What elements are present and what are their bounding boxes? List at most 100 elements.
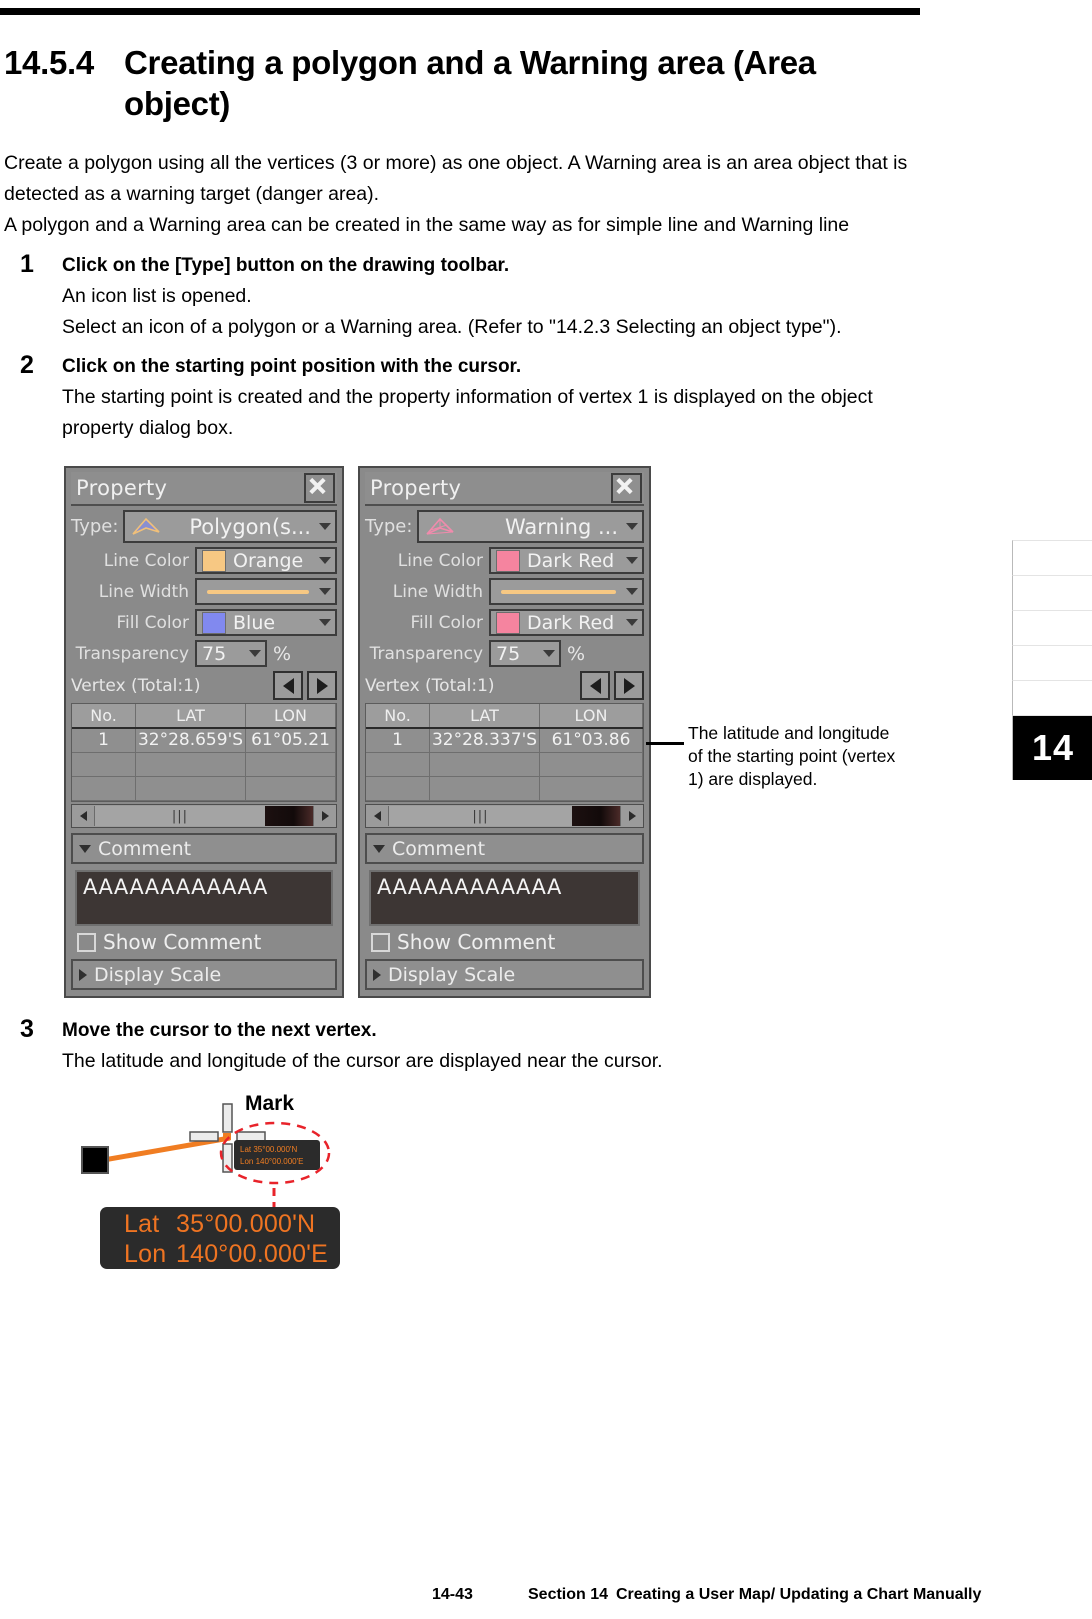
column-header-lon: LON [246,704,336,727]
close-icon[interactable] [611,473,642,503]
dialog-title: Property [370,476,462,500]
chevron-down-icon [626,523,638,530]
top-rule [0,8,920,15]
scroll-right-button[interactable] [620,806,643,826]
step-1-line-1: An icon list is opened. [62,285,252,307]
transparency-row: Transparency 75 % [365,640,644,667]
scrollbar-thumb[interactable]: ||| [389,806,572,826]
line-width-dropdown[interactable] [195,578,337,605]
line-width-sample [501,589,616,594]
vertex-label: Vertex (Total:1) [71,675,201,696]
lat-value: 35°00.000'N [176,1210,316,1238]
show-comment-checkbox[interactable] [371,932,390,952]
vertex-header: Vertex (Total:1) [71,671,337,700]
table-row[interactable] [72,777,336,801]
lat-label: Lat [124,1210,160,1238]
scrollbar-thumb[interactable]: ||| [95,806,265,826]
start-point-marker [81,1146,109,1174]
comment-section-header[interactable]: Comment [365,833,644,864]
footer-section: Section 14 [528,1586,609,1603]
comment-section-header[interactable]: Comment [71,833,337,864]
lon-value: 140°00.000'E [176,1240,329,1268]
line-color-swatch [202,549,226,572]
show-comment-checkbox[interactable] [77,932,96,952]
line-color-dropdown[interactable]: Orange [195,547,337,574]
fill-color-value: Blue [233,611,276,634]
chevron-down-icon [373,844,385,853]
line-width-dropdown[interactable] [489,578,644,605]
comment-input[interactable]: AAAAAAAAAAAA [369,870,640,926]
cursor-latlon-lat: Lat 35°00.000'N [240,1145,297,1154]
line-color-dropdown[interactable]: Dark Red [489,547,644,574]
line-width-row: Line Width [365,578,644,605]
cell-lon [246,753,336,777]
fill-color-value: Dark Red [527,611,615,634]
table-row[interactable] [72,753,336,777]
cell-lat [136,777,246,801]
table-row[interactable] [366,753,643,777]
vertex-table: No. LAT LON 1 32°28.337'S 61°03.86 [365,703,644,802]
table-row[interactable]: 1 32°28.659'S 61°05.21 [72,729,336,753]
chevron-right-icon [373,968,381,981]
show-comment-checkbox-row[interactable]: Show Comment [371,930,644,954]
cursor-arm-left [189,1131,219,1142]
close-icon[interactable] [304,473,335,503]
dialog-titlebar: Property [71,472,337,506]
fill-color-dropdown[interactable]: Blue [195,609,337,636]
step-1-lead: Click on the [Type] button on the drawin… [62,255,510,276]
line-color-label: Line Color [397,550,483,571]
vertex-next-button[interactable] [614,671,644,700]
side-tab-blank-5 [1012,680,1092,715]
line-color-value: Orange [233,549,304,572]
type-row: Type: Polygon(s... [71,510,337,543]
triangle-right-icon [623,677,635,694]
vertex-next-button[interactable] [307,671,337,700]
cell-lon: 61°03.86 [540,729,643,753]
cell-lat [136,753,246,777]
triangle-left-icon [373,811,381,821]
polygon-icon [132,517,160,535]
vertex-prev-button[interactable] [580,671,610,700]
step-3-lead: Move the cursor to the next vertex. [62,1020,377,1041]
vertex-prev-button[interactable] [273,671,303,700]
chevron-down-icon [626,588,638,595]
table-row[interactable] [366,777,643,801]
table-horizontal-scrollbar[interactable]: ||| [71,804,337,828]
cell-no [366,777,430,801]
line-width-label: Line Width [392,581,483,602]
lon-label: Lon [124,1240,167,1268]
transparency-label: Transparency [369,643,483,664]
scroll-right-button[interactable] [313,806,336,826]
comment-input[interactable]: AAAAAAAAAAAA [75,870,333,926]
cell-no: 1 [366,729,430,753]
line-color-label: Line Color [103,550,189,571]
fill-color-dropdown[interactable]: Dark Red [489,609,644,636]
scroll-left-button[interactable] [366,806,389,826]
step-2-number: 2 [20,351,34,379]
type-value: Warning ... [504,514,618,539]
step-3-line-1: The latitude and longitude of the cursor… [62,1050,663,1072]
type-dropdown[interactable]: Polygon(s... [123,510,337,543]
latlon-lat-row: Lat 35°00.000'N [124,1209,340,1239]
cell-lon [246,777,336,801]
side-tab-current-chapter: 14 [1012,715,1092,780]
fill-color-label: Fill Color [116,612,190,633]
transparency-dropdown[interactable]: 75 [489,640,561,667]
display-scale-section-header[interactable]: Display Scale [365,959,644,990]
chevron-down-icon [249,650,261,657]
latlon-lon-row: Lon 140°00.000'E [124,1239,340,1269]
scrollbar-track-dark [265,806,313,826]
table-horizontal-scrollbar[interactable]: ||| [365,804,644,828]
line-width-row: Line Width [71,578,337,605]
transparency-dropdown[interactable]: 75 [195,640,267,667]
table-row[interactable]: 1 32°28.337'S 61°03.86 [366,729,643,753]
display-scale-section-header[interactable]: Display Scale [71,959,337,990]
side-tab-blank-3 [1012,610,1092,645]
show-comment-checkbox-row[interactable]: Show Comment [77,930,337,954]
line-color-row: Line Color Dark Red [365,547,644,574]
cell-no [366,753,430,777]
section-title: Creating a polygon and a Warning area (A… [124,44,816,123]
scroll-left-button[interactable] [72,806,95,826]
type-dropdown[interactable]: Warning ... [417,510,644,543]
latlon-readout-enlarged: Lat 35°00.000'N Lon 140°00.000'E [100,1207,340,1269]
